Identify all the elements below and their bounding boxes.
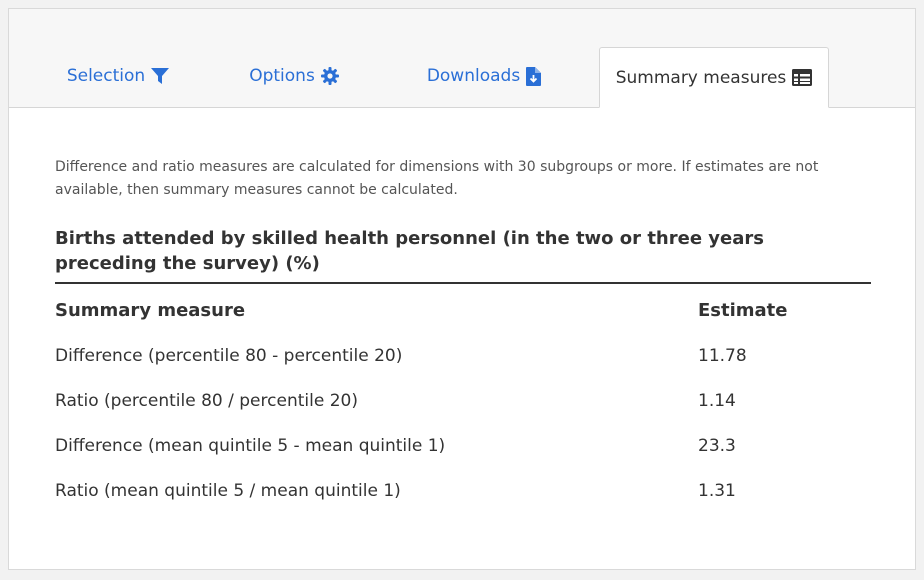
tab-bar: Selection Options Downloads Summary meas… (9, 9, 915, 108)
tab-label: Summary measures (615, 67, 787, 88)
tab-selection[interactable]: Selection (53, 47, 183, 105)
table-row: Ratio (mean quintile 5 / mean quintile 1… (55, 468, 871, 513)
estimate-cell: 11.78 (698, 346, 747, 366)
estimate-cell: 1.31 (698, 481, 736, 501)
tab-downloads[interactable]: Downloads (414, 47, 554, 105)
panel: Selection Options Downloads Summary meas… (8, 8, 916, 570)
measure-cell: Ratio (percentile 80 / percentile 20) (55, 391, 358, 411)
header-estimate: Estimate (698, 300, 788, 321)
filter-icon (151, 67, 170, 85)
summary-note: Difference and ratio measures are calcul… (55, 159, 819, 198)
estimate-cell: 23.3 (698, 436, 736, 456)
measure-cell: Difference (percentile 80 - percentile 2… (55, 346, 403, 366)
tab-label: Selection (66, 66, 146, 86)
measure-cell: Difference (mean quintile 5 - mean quint… (55, 436, 446, 456)
table-header-row: Summary measure Estimate (55, 284, 871, 333)
tab-label: Downloads (426, 66, 521, 86)
table-icon (792, 69, 813, 86)
header-summary-measure: Summary measure (55, 300, 246, 321)
gear-icon (320, 67, 339, 85)
tab-summary-measures[interactable]: Summary measures (599, 47, 829, 108)
summary-content: Difference and ratio measures are calcul… (55, 107, 871, 513)
table-row: Difference (mean quintile 5 - mean quint… (55, 423, 871, 468)
file-download-icon (526, 66, 542, 86)
tab-options[interactable]: Options (239, 47, 349, 105)
summary-table: Summary measure Estimate Difference (per… (55, 284, 871, 513)
tab-label: Options (249, 66, 315, 86)
measure-cell: Ratio (mean quintile 5 / mean quintile 1… (55, 481, 401, 501)
indicator-title: Births attended by skilled health person… (55, 226, 871, 284)
estimate-cell: 1.14 (698, 391, 736, 411)
table-row: Ratio (percentile 80 / percentile 20) 1.… (55, 378, 871, 423)
table-row: Difference (percentile 80 - percentile 2… (55, 333, 871, 378)
